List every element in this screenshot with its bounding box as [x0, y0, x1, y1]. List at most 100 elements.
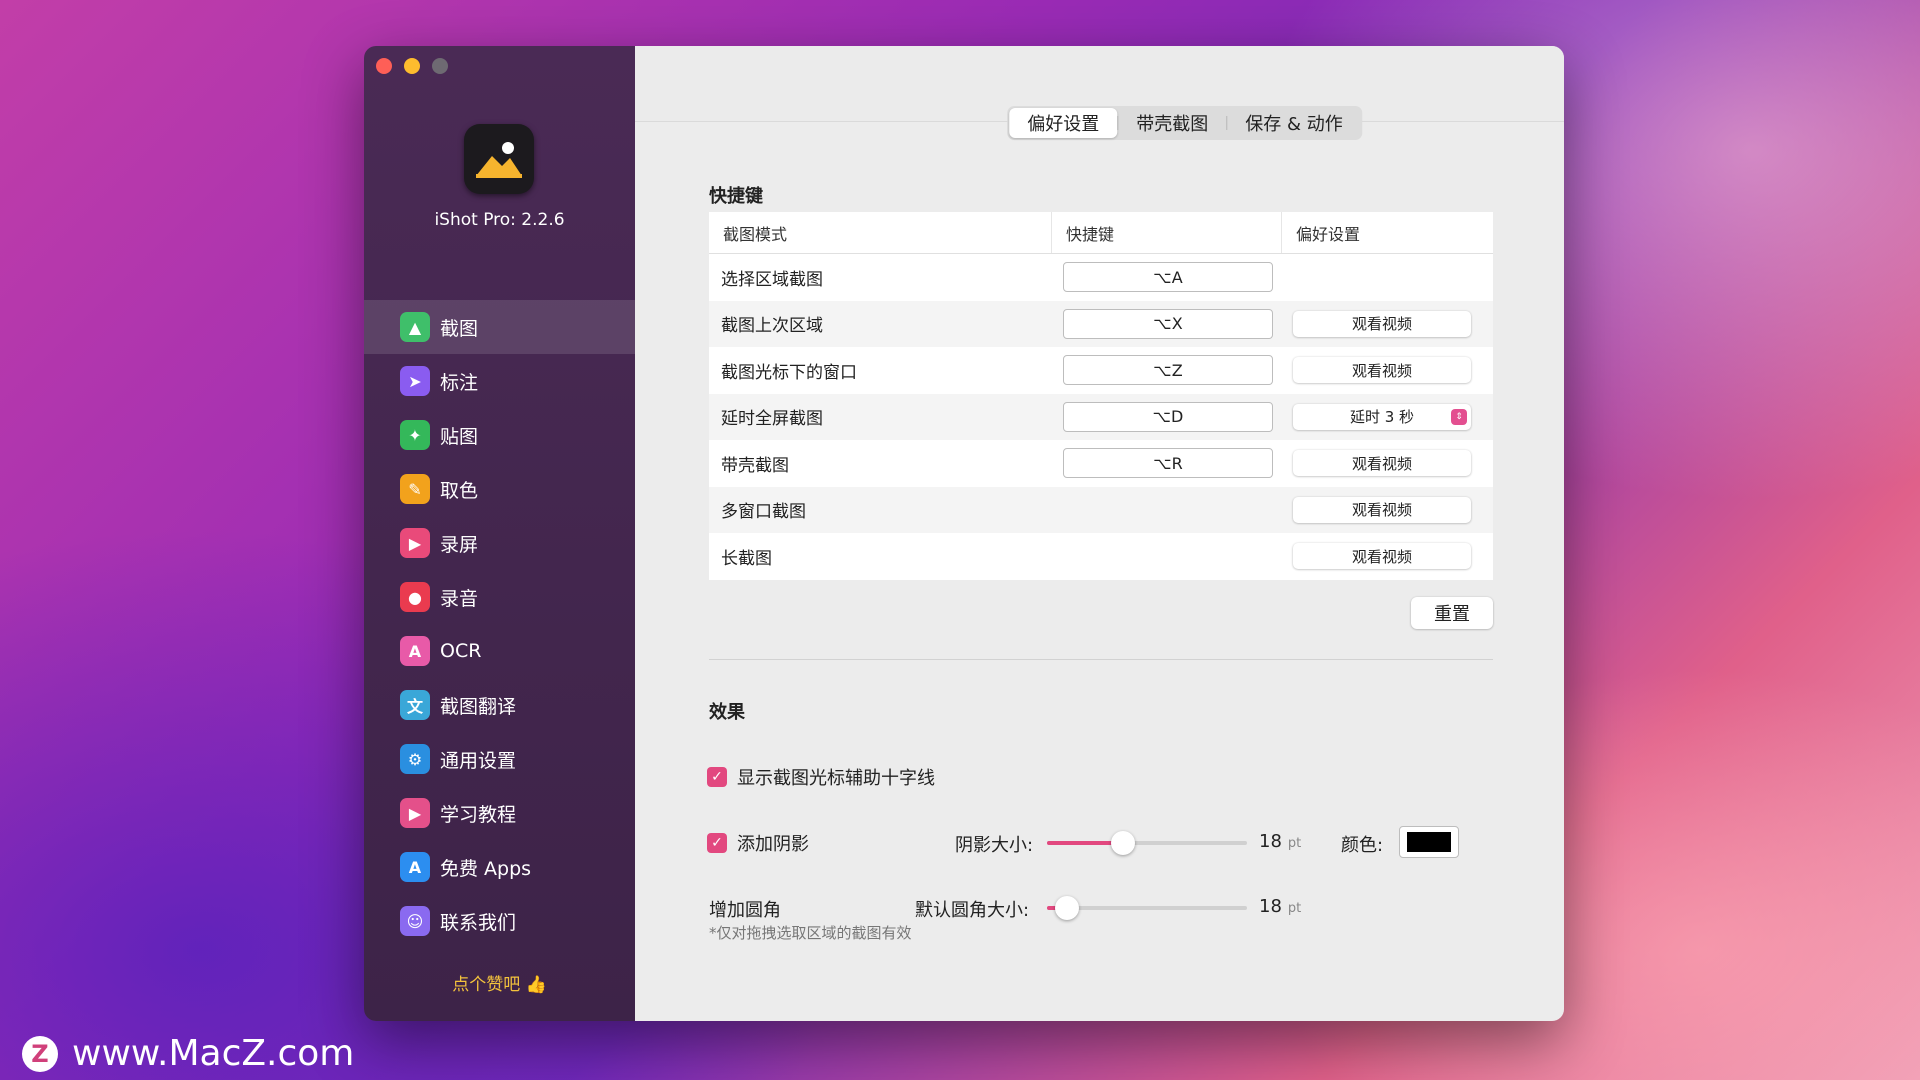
preference-cell: 观看视频 — [1281, 357, 1493, 384]
sidebar-item-label: 录屏 — [440, 533, 479, 556]
app-window: iShot Pro: 2.2.6 ▲ 截图 ➤ 标注 ✦ 贴图 ✎ 取色 ▶ 录屏 ● 录音 A OCR 文… — [364, 46, 1564, 1021]
shortcut-cell: ⌥X — [1051, 308, 1281, 339]
color-swatch — [1407, 832, 1451, 852]
image-icon: ▲ — [400, 312, 430, 342]
shortcut-recorder[interactable]: ⌥X — [1063, 308, 1273, 339]
corner-note: *仅对拖拽选取区域的截图有效 — [709, 924, 912, 942]
sidebar-item[interactable]: ✦ 贴图 — [364, 408, 635, 462]
column-header-mode: 截图模式 — [723, 224, 788, 244]
video-icon: ▶ — [400, 528, 430, 558]
sidebar-item[interactable]: ● 录音 — [364, 570, 635, 624]
watch-video-button[interactable]: 观看视频 — [1293, 310, 1471, 337]
sidebar-item-label: 免费 Apps — [440, 857, 532, 880]
delay-select[interactable]: 延时 3 秒 ⇕ — [1293, 403, 1471, 430]
sidebar-item[interactable]: ▶ 录屏 — [364, 516, 635, 570]
tab[interactable]: 带壳截图 — [1118, 108, 1226, 138]
shortcut-recorder[interactable]: ⌥D — [1063, 401, 1273, 432]
chevron-updown-icon: ⇕ — [1451, 408, 1467, 425]
sidebar-item[interactable]: A OCR — [364, 624, 635, 678]
mode-cell: 截图光标下的窗口 — [721, 362, 857, 383]
button-label: 观看视频 — [1351, 361, 1412, 380]
microphone-icon: ● — [400, 582, 430, 612]
sidebar-item-label: 截图 — [440, 317, 479, 340]
shortcut-recorder[interactable]: ⌥R — [1063, 448, 1273, 479]
sidebar-item-label: 联系我们 — [440, 911, 517, 934]
crosshair-label: 显示截图光标辅助十字线 — [737, 768, 935, 789]
shadow-size-value: 18 pt — [1259, 831, 1302, 852]
corner-size-slider[interactable] — [1047, 896, 1247, 920]
sidebar-item[interactable]: ✎ 取色 — [364, 462, 635, 516]
shortcut-cell: ⌥D — [1051, 401, 1281, 432]
sidebar-item-label: 贴图 — [440, 425, 479, 448]
tutorial-icon: ▶ — [400, 798, 430, 828]
sidebar-item-label: 取色 — [440, 479, 479, 502]
minimize-button[interactable] — [404, 58, 420, 74]
sidebar-item-label: 截图翻译 — [440, 695, 517, 718]
close-button[interactable] — [376, 58, 392, 74]
sidebar-item[interactable]: ➤ 标注 — [364, 354, 635, 408]
mode-cell: 多窗口截图 — [721, 502, 806, 523]
shadow-size-label: 阴影大小: — [955, 835, 1034, 856]
cursor-icon: ➤ — [400, 366, 430, 396]
preference-cell: 观看视频 — [1281, 543, 1493, 570]
pin-icon: ✦ — [400, 420, 430, 450]
contacts-icon: ☺ — [400, 906, 430, 936]
column-header-preference: 偏好设置 — [1281, 212, 1493, 253]
button-label: 延时 3 秒 — [1349, 408, 1415, 427]
ocr-icon: A — [400, 636, 430, 666]
shortcut-recorder[interactable]: ⌥Z — [1063, 355, 1273, 386]
sidebar-item[interactable]: ⚙ 通用设置 — [364, 732, 635, 786]
reset-button[interactable]: 重置 — [1411, 597, 1493, 629]
table-row: 截图光标下的窗口 ⌥Z 观看视频 — [709, 347, 1493, 394]
watch-video-button[interactable]: 观看视频 — [1293, 450, 1471, 477]
watch-video-button[interactable]: 观看视频 — [1293, 496, 1471, 523]
like-link[interactable]: 点个赞吧 👍 — [364, 970, 635, 995]
watch-video-button[interactable]: 观看视频 — [1293, 357, 1471, 384]
sidebar-item[interactable]: ▶ 学习教程 — [364, 786, 635, 840]
sidebar-item[interactable]: ☺ 联系我们 — [364, 894, 635, 948]
crosshair-checkbox[interactable]: ✓ 显示截图光标辅助十字线 — [707, 764, 935, 790]
tab[interactable]: 偏好设置 — [1009, 108, 1118, 138]
app-version: iShot Pro: 2.2.6 — [434, 210, 565, 230]
watermark-text: www.MacZ.com — [72, 1033, 355, 1074]
gear-icon: ⚙ — [400, 744, 430, 774]
slider-knob[interactable] — [1055, 896, 1079, 920]
eyedropper-icon: ✎ — [400, 474, 430, 504]
mode-cell: 截图上次区域 — [721, 316, 823, 337]
effects-title: 效果 — [709, 702, 745, 723]
sidebar-item-label: 标注 — [440, 371, 479, 394]
table-row: 带壳截图 ⌥R 观看视频 — [709, 440, 1493, 487]
shadow-color-well[interactable] — [1399, 826, 1459, 858]
shortcut-cell: ⌥A — [1051, 262, 1281, 293]
shadow-checkbox[interactable]: ✓ 添加阴影 — [707, 830, 809, 856]
button-label: 观看视频 — [1351, 315, 1412, 334]
checkmark-icon: ✓ — [707, 833, 727, 853]
sidebar-item-label: 通用设置 — [440, 749, 517, 772]
zoom-button[interactable] — [432, 58, 448, 74]
button-label: 观看视频 — [1351, 547, 1412, 566]
corner-size-value: 18 pt — [1259, 896, 1302, 917]
shortcut-recorder[interactable]: ⌥A — [1063, 262, 1273, 293]
preference-cell: 观看视频 — [1281, 450, 1493, 477]
watch-video-button[interactable]: 观看视频 — [1293, 543, 1471, 570]
tab-bar: 偏好设置 带壳截图 保存 & 动作 — [1007, 106, 1363, 140]
checkmark-icon: ✓ — [707, 767, 727, 787]
preference-cell: 观看视频 — [1281, 496, 1493, 523]
shortcut-cell: ⌥Z — [1051, 355, 1281, 386]
sidebar-item[interactable]: A 免费 Apps — [364, 840, 635, 894]
shortcuts-title: 快捷键 — [709, 186, 763, 207]
color-label: 颜色: — [1341, 835, 1384, 856]
table-row: 截图上次区域 ⌥X 观看视频 — [709, 300, 1493, 347]
sidebar-item[interactable]: ▲ 截图 — [364, 300, 635, 354]
sidebar-item-label: OCR — [440, 640, 482, 662]
sidebar: iShot Pro: 2.2.6 ▲ 截图 ➤ 标注 ✦ 贴图 ✎ 取色 ▶ 录屏 ● 录音 A OCR 文… — [364, 46, 635, 1021]
sidebar-item[interactable]: 文截图翻译 — [364, 678, 635, 732]
column-header-shortcut: 快捷键 — [1051, 212, 1281, 253]
tab[interactable]: 保存 & 动作 — [1227, 108, 1360, 138]
sidebar-item-label: 录音 — [440, 587, 479, 610]
window-controls — [376, 58, 448, 74]
shadow-size-slider[interactable] — [1047, 831, 1247, 855]
slider-knob[interactable] — [1111, 831, 1135, 855]
mode-cell: 延时全屏截图 — [721, 409, 823, 430]
sidebar-nav: ▲ 截图 ➤ 标注 ✦ 贴图 ✎ 取色 ▶ 录屏 ● 录音 A OCR 文截图翻译 ⚙ 通用设置 ▶ 学习教程 A 免费… — [364, 300, 635, 948]
